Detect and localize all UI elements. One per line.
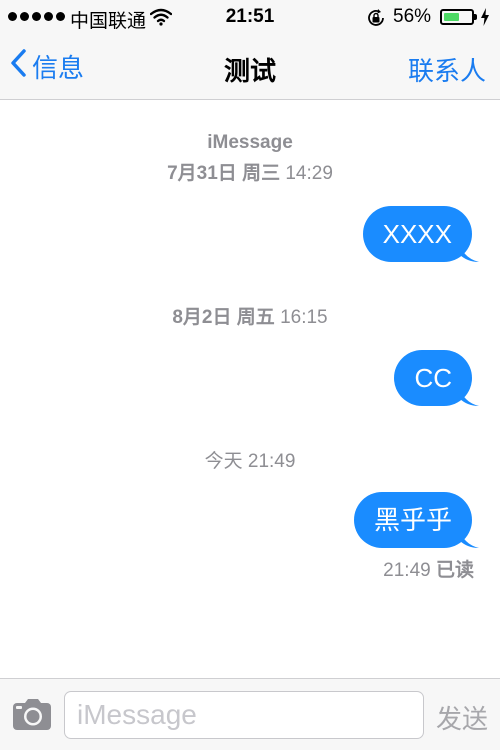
rotation-lock-icon	[366, 8, 386, 34]
camera-icon	[12, 699, 52, 735]
timestamp-time: 16:15	[280, 307, 328, 328]
battery-fill	[444, 13, 459, 21]
service-label: iMessage	[207, 132, 293, 153]
message-bubble[interactable]: 黑乎乎	[353, 492, 479, 548]
read-receipt-status: 已读	[435, 560, 474, 581]
timestamp-date: 今天	[204, 451, 243, 472]
message-text: 黑乎乎	[373, 505, 452, 535]
timestamp-date: 7月31日	[167, 163, 237, 184]
bubble-tail	[459, 528, 479, 548]
timestamp-time: 14:29	[285, 163, 333, 184]
timestamp-date: 8月2日	[172, 307, 232, 328]
message-thread: iMessage 7月31日 周三 14:29 XXXX 8月2日 周五 16:…	[0, 100, 500, 678]
status-bar: 中国联通 21:51 56%	[0, 0, 500, 36]
timestamp-weekday: 周五	[236, 307, 275, 328]
read-receipt-time: 21:49	[383, 560, 431, 581]
bubble-tail	[459, 386, 479, 406]
message-bubble[interactable]: CC	[394, 350, 479, 406]
battery-percentage: 56%	[393, 6, 432, 27]
timestamp-weekday: 周三	[242, 163, 281, 184]
message-text: XXXX	[382, 219, 452, 249]
message-bubble[interactable]: XXXX	[362, 206, 479, 262]
messages-screen: 中国联通 21:51 56% 信息 测试 联系人 iMessage 7月31日 …	[0, 0, 500, 750]
message-input[interactable]	[64, 691, 424, 739]
send-button[interactable]: 发送	[436, 699, 488, 736]
camera-button[interactable]	[12, 699, 52, 736]
charging-icon	[480, 8, 490, 32]
message-timestamp: 7月31日 周三 14:29	[0, 158, 500, 185]
message-text: CC	[414, 363, 452, 393]
read-receipt: 21:49 已读	[383, 555, 474, 582]
message-timestamp: 今天 21:49	[0, 446, 500, 473]
battery-icon	[440, 9, 474, 25]
message-input-bar: 发送	[0, 678, 500, 750]
timestamp-time: 21:49	[247, 451, 296, 472]
message-timestamp: 8月2日 周五 16:15	[0, 302, 500, 329]
contact-button[interactable]: 联系人	[408, 51, 486, 88]
bubble-tail	[459, 242, 479, 262]
navigation-bar: 信息 测试 联系人	[0, 36, 500, 100]
battery-tip	[474, 14, 477, 20]
